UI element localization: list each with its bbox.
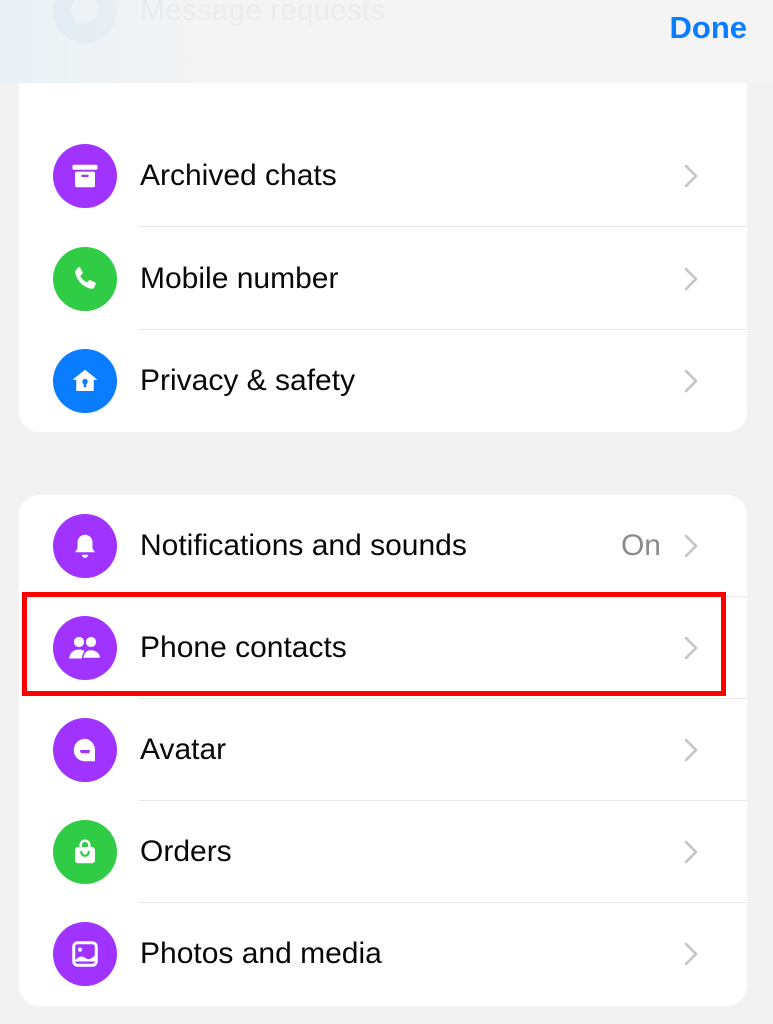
row-label: Orders [140,835,232,868]
row-label: Phone contacts [140,631,347,664]
chevron-right-icon [684,267,698,291]
row-privacy-safety[interactable]: Privacy & safety [19,330,747,432]
chevron-right-icon [684,942,698,966]
row-label: Privacy & safety [140,364,356,397]
house-lock-icon [53,349,117,413]
row-label: Archived chats [140,159,337,192]
nav-header: Done [0,0,773,83]
row-label: Notifications and sounds [140,529,467,562]
row-archived-chats[interactable]: Archived chats [19,125,747,227]
row-photos-media[interactable]: Photos and media [19,903,747,1005]
row-label: Mobile number [140,262,339,295]
done-button[interactable]: Done [670,10,748,46]
row-phone-contacts[interactable]: Phone contacts [19,597,747,699]
avatar-face-icon [53,718,117,782]
shopping-bag-icon [53,820,117,884]
row-label: Avatar [140,733,227,766]
row-mobile-number[interactable]: Mobile number [19,228,747,330]
row-orders[interactable]: Orders [19,801,747,903]
settings-group-2: Notifications and sounds On Phone contac… [19,495,747,1006]
archive-box-icon [53,144,117,208]
row-avatar[interactable]: Avatar [19,699,747,801]
chevron-right-icon [684,840,698,864]
people-icon [53,616,117,680]
bell-icon [53,514,117,578]
chevron-right-icon [684,738,698,762]
chevron-right-icon [684,534,698,558]
row-label: Photos and media [140,937,382,970]
chevron-right-icon [684,369,698,393]
chevron-right-icon [684,636,698,660]
photo-icon [53,922,117,986]
row-notifications-sounds[interactable]: Notifications and sounds On [19,495,747,597]
phone-icon [53,247,117,311]
chevron-right-icon [684,164,698,188]
divider [139,226,747,227]
notifications-status: On [620,529,661,562]
